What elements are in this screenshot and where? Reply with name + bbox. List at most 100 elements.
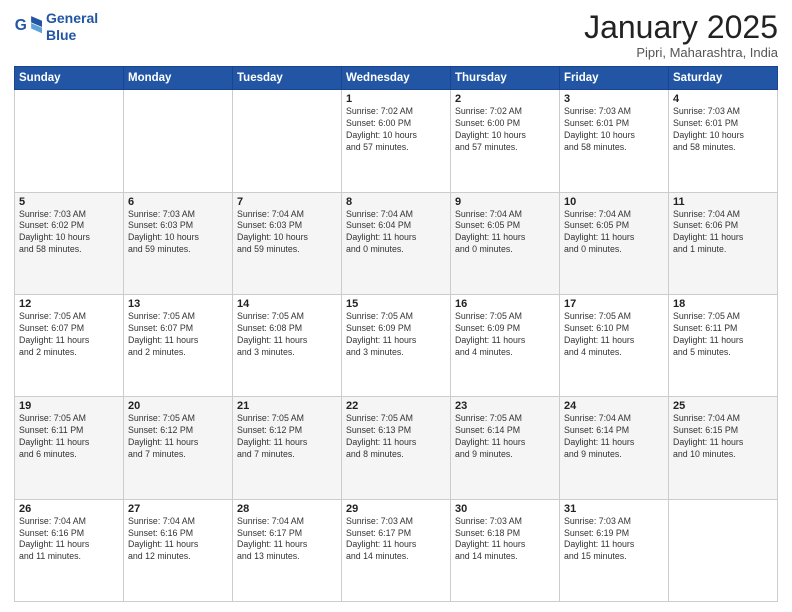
- day-cell: [669, 499, 778, 601]
- day-number: 1: [346, 93, 446, 105]
- day-number: 25: [673, 400, 773, 412]
- logo-blue: Blue: [46, 27, 76, 43]
- day-number: 14: [237, 298, 337, 310]
- day-cell: 9Sunrise: 7:04 AMSunset: 6:05 PMDaylight…: [451, 192, 560, 294]
- day-cell: 16Sunrise: 7:05 AMSunset: 6:09 PMDayligh…: [451, 294, 560, 396]
- weekday-header-monday: Monday: [124, 67, 233, 90]
- day-number: 8: [346, 196, 446, 208]
- weekday-header-tuesday: Tuesday: [233, 67, 342, 90]
- day-cell: 29Sunrise: 7:03 AMSunset: 6:17 PMDayligh…: [342, 499, 451, 601]
- day-cell: 31Sunrise: 7:03 AMSunset: 6:19 PMDayligh…: [560, 499, 669, 601]
- day-cell: 25Sunrise: 7:04 AMSunset: 6:15 PMDayligh…: [669, 397, 778, 499]
- day-number: 20: [128, 400, 228, 412]
- day-cell: 8Sunrise: 7:04 AMSunset: 6:04 PMDaylight…: [342, 192, 451, 294]
- day-info: Sunrise: 7:05 AMSunset: 6:12 PMDaylight:…: [237, 413, 337, 461]
- day-number: 31: [564, 503, 664, 515]
- day-info: Sunrise: 7:03 AMSunset: 6:03 PMDaylight:…: [128, 209, 228, 257]
- day-info: Sunrise: 7:03 AMSunset: 6:18 PMDaylight:…: [455, 516, 555, 564]
- day-cell: 21Sunrise: 7:05 AMSunset: 6:12 PMDayligh…: [233, 397, 342, 499]
- day-number: 12: [19, 298, 119, 310]
- day-cell: 20Sunrise: 7:05 AMSunset: 6:12 PMDayligh…: [124, 397, 233, 499]
- day-info: Sunrise: 7:05 AMSunset: 6:11 PMDaylight:…: [673, 311, 773, 359]
- month-title: January 2025: [584, 10, 778, 45]
- day-info: Sunrise: 7:05 AMSunset: 6:07 PMDaylight:…: [19, 311, 119, 359]
- day-cell: 17Sunrise: 7:05 AMSunset: 6:10 PMDayligh…: [560, 294, 669, 396]
- svg-text:G: G: [15, 17, 27, 34]
- day-number: 18: [673, 298, 773, 310]
- day-number: 17: [564, 298, 664, 310]
- header: G General Blue January 2025 Pipri, Mahar…: [14, 10, 778, 60]
- day-cell: 2Sunrise: 7:02 AMSunset: 6:00 PMDaylight…: [451, 90, 560, 192]
- day-info: Sunrise: 7:03 AMSunset: 6:02 PMDaylight:…: [19, 209, 119, 257]
- day-info: Sunrise: 7:04 AMSunset: 6:05 PMDaylight:…: [455, 209, 555, 257]
- day-cell: 1Sunrise: 7:02 AMSunset: 6:00 PMDaylight…: [342, 90, 451, 192]
- day-cell: [15, 90, 124, 192]
- week-row-4: 19Sunrise: 7:05 AMSunset: 6:11 PMDayligh…: [15, 397, 778, 499]
- day-number: 9: [455, 196, 555, 208]
- calendar-body: 1Sunrise: 7:02 AMSunset: 6:00 PMDaylight…: [15, 90, 778, 602]
- day-cell: 3Sunrise: 7:03 AMSunset: 6:01 PMDaylight…: [560, 90, 669, 192]
- title-block: January 2025 Pipri, Maharashtra, India: [584, 10, 778, 60]
- day-cell: 28Sunrise: 7:04 AMSunset: 6:17 PMDayligh…: [233, 499, 342, 601]
- week-row-1: 1Sunrise: 7:02 AMSunset: 6:00 PMDaylight…: [15, 90, 778, 192]
- week-row-5: 26Sunrise: 7:04 AMSunset: 6:16 PMDayligh…: [15, 499, 778, 601]
- day-info: Sunrise: 7:04 AMSunset: 6:17 PMDaylight:…: [237, 516, 337, 564]
- day-number: 2: [455, 93, 555, 105]
- day-number: 23: [455, 400, 555, 412]
- day-cell: 6Sunrise: 7:03 AMSunset: 6:03 PMDaylight…: [124, 192, 233, 294]
- day-cell: 19Sunrise: 7:05 AMSunset: 6:11 PMDayligh…: [15, 397, 124, 499]
- day-info: Sunrise: 7:05 AMSunset: 6:11 PMDaylight:…: [19, 413, 119, 461]
- day-cell: 12Sunrise: 7:05 AMSunset: 6:07 PMDayligh…: [15, 294, 124, 396]
- day-info: Sunrise: 7:03 AMSunset: 6:01 PMDaylight:…: [673, 106, 773, 154]
- weekday-header-saturday: Saturday: [669, 67, 778, 90]
- day-cell: 4Sunrise: 7:03 AMSunset: 6:01 PMDaylight…: [669, 90, 778, 192]
- day-info: Sunrise: 7:05 AMSunset: 6:09 PMDaylight:…: [346, 311, 446, 359]
- weekday-header-row: SundayMondayTuesdayWednesdayThursdayFrid…: [15, 67, 778, 90]
- day-info: Sunrise: 7:04 AMSunset: 6:03 PMDaylight:…: [237, 209, 337, 257]
- week-row-2: 5Sunrise: 7:03 AMSunset: 6:02 PMDaylight…: [15, 192, 778, 294]
- calendar-table: SundayMondayTuesdayWednesdayThursdayFrid…: [14, 66, 778, 602]
- day-info: Sunrise: 7:04 AMSunset: 6:16 PMDaylight:…: [128, 516, 228, 564]
- day-cell: 10Sunrise: 7:04 AMSunset: 6:05 PMDayligh…: [560, 192, 669, 294]
- week-row-3: 12Sunrise: 7:05 AMSunset: 6:07 PMDayligh…: [15, 294, 778, 396]
- day-number: 10: [564, 196, 664, 208]
- day-cell: 18Sunrise: 7:05 AMSunset: 6:11 PMDayligh…: [669, 294, 778, 396]
- day-number: 16: [455, 298, 555, 310]
- day-number: 5: [19, 196, 119, 208]
- day-info: Sunrise: 7:05 AMSunset: 6:12 PMDaylight:…: [128, 413, 228, 461]
- weekday-header-friday: Friday: [560, 67, 669, 90]
- logo: G General Blue: [14, 10, 98, 44]
- day-info: Sunrise: 7:05 AMSunset: 6:09 PMDaylight:…: [455, 311, 555, 359]
- day-cell: 30Sunrise: 7:03 AMSunset: 6:18 PMDayligh…: [451, 499, 560, 601]
- day-info: Sunrise: 7:05 AMSunset: 6:07 PMDaylight:…: [128, 311, 228, 359]
- day-cell: 14Sunrise: 7:05 AMSunset: 6:08 PMDayligh…: [233, 294, 342, 396]
- day-info: Sunrise: 7:04 AMSunset: 6:14 PMDaylight:…: [564, 413, 664, 461]
- day-info: Sunrise: 7:03 AMSunset: 6:19 PMDaylight:…: [564, 516, 664, 564]
- day-info: Sunrise: 7:03 AMSunset: 6:01 PMDaylight:…: [564, 106, 664, 154]
- day-cell: [124, 90, 233, 192]
- day-number: 24: [564, 400, 664, 412]
- weekday-header-wednesday: Wednesday: [342, 67, 451, 90]
- day-number: 28: [237, 503, 337, 515]
- day-cell: 22Sunrise: 7:05 AMSunset: 6:13 PMDayligh…: [342, 397, 451, 499]
- day-number: 6: [128, 196, 228, 208]
- day-info: Sunrise: 7:04 AMSunset: 6:16 PMDaylight:…: [19, 516, 119, 564]
- day-info: Sunrise: 7:04 AMSunset: 6:15 PMDaylight:…: [673, 413, 773, 461]
- calendar-header: SundayMondayTuesdayWednesdayThursdayFrid…: [15, 67, 778, 90]
- day-info: Sunrise: 7:04 AMSunset: 6:04 PMDaylight:…: [346, 209, 446, 257]
- day-cell: [233, 90, 342, 192]
- logo-icon: G: [14, 13, 42, 41]
- day-number: 30: [455, 503, 555, 515]
- day-info: Sunrise: 7:03 AMSunset: 6:17 PMDaylight:…: [346, 516, 446, 564]
- day-info: Sunrise: 7:05 AMSunset: 6:13 PMDaylight:…: [346, 413, 446, 461]
- day-cell: 5Sunrise: 7:03 AMSunset: 6:02 PMDaylight…: [15, 192, 124, 294]
- page: G General Blue January 2025 Pipri, Mahar…: [0, 0, 792, 612]
- day-cell: 11Sunrise: 7:04 AMSunset: 6:06 PMDayligh…: [669, 192, 778, 294]
- day-number: 27: [128, 503, 228, 515]
- day-number: 21: [237, 400, 337, 412]
- location: Pipri, Maharashtra, India: [584, 45, 778, 60]
- day-cell: 27Sunrise: 7:04 AMSunset: 6:16 PMDayligh…: [124, 499, 233, 601]
- day-cell: 23Sunrise: 7:05 AMSunset: 6:14 PMDayligh…: [451, 397, 560, 499]
- day-number: 15: [346, 298, 446, 310]
- day-number: 7: [237, 196, 337, 208]
